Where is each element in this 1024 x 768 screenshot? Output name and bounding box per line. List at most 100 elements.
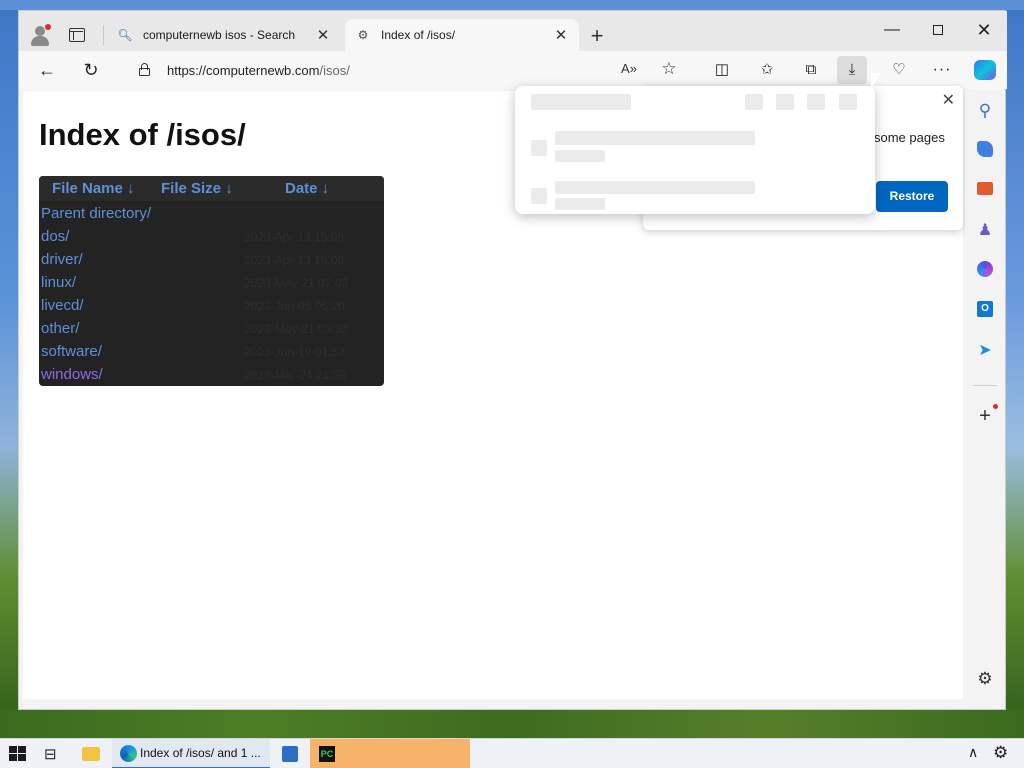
folder-link-dos[interactable]: dos/ — [41, 228, 69, 245]
table-row: livecd/ - 2023-Jun-05 05:20 — [39, 295, 384, 318]
table-row: Parent directory/ — [39, 203, 384, 226]
skeleton-line — [555, 150, 605, 162]
tab-divider — [103, 25, 104, 45]
file-date: 2023-Apr-13 15:08 — [244, 230, 345, 244]
file-size: - — [164, 276, 168, 290]
file-size: - — [164, 322, 168, 336]
table-row: dos/ - 2023-Apr-13 15:08 — [39, 226, 384, 249]
windows-start-icon[interactable] — [9, 746, 26, 762]
back-button[interactable]: ← — [35, 58, 59, 82]
site-favicon-icon: ⚙ — [357, 28, 369, 42]
folder-link-linux[interactable]: linux/ — [41, 274, 76, 291]
drop-send-icon[interactable]: ➤ — [975, 341, 995, 361]
taskbar-edge-window[interactable]: Index of /isos/ and 1 ... — [112, 739, 270, 768]
folder-link-other[interactable]: other/ — [41, 320, 79, 337]
file-size: - — [164, 230, 168, 244]
downloads-icon[interactable]: ⤓ — [837, 56, 867, 84]
edge-sidebar: ⚲ ♟ O ➤ + ⚙ — [965, 91, 1005, 699]
file-date: 2023-Mar-24 21:58 — [244, 368, 347, 382]
add-sidebar-app-icon[interactable]: + — [975, 406, 995, 426]
pycharm-icon: PC — [319, 746, 335, 762]
file-date: 2023-May-21 05:32 — [244, 322, 349, 336]
folder-link-livecd[interactable]: livecd/ — [41, 297, 84, 314]
close-tab-icon[interactable]: ✕ — [553, 26, 569, 44]
desktop-wallpaper-right — [1006, 10, 1024, 738]
file-explorer-icon[interactable] — [82, 747, 100, 761]
table-row: software/ - 2023-Jun-19 01:52 — [39, 341, 384, 364]
browser-essentials-icon[interactable]: ♡ — [888, 59, 910, 81]
lock-icon[interactable] — [139, 63, 150, 76]
url-text: https://computernewb.com/isos/ — [167, 63, 350, 78]
search-icon[interactable]: ⚲ — [975, 101, 995, 121]
skeleton-file-icon — [531, 188, 547, 204]
sidebar-settings-gear-icon[interactable]: ⚙ — [975, 669, 995, 689]
folder-link-driver[interactable]: driver/ — [41, 251, 83, 268]
minimize-button[interactable]: — — [869, 15, 915, 45]
parent-directory-link[interactable]: Parent directory/ — [41, 205, 151, 222]
close-tab-icon[interactable]: ✕ — [315, 26, 331, 44]
new-tab-button[interactable]: + — [585, 25, 609, 49]
shopping-tag-icon[interactable] — [977, 141, 993, 157]
folder-link-windows[interactable]: windows/ — [41, 366, 103, 383]
file-size: - — [164, 299, 168, 313]
tab-bar: 🔍︎ computernewb isos - Search ✕ ⚙ Index … — [19, 11, 1007, 51]
desktop-wallpaper-bottom — [0, 710, 1024, 738]
file-date: 2023-Jun-05 05:20 — [244, 299, 345, 313]
column-file-size[interactable]: File Size ↓ — [161, 180, 233, 197]
table-row: driver/ - 2023-Apr-13 15:08 — [39, 249, 384, 272]
file-date: 2023-Jun-19 01:52 — [244, 345, 345, 359]
outlook-icon[interactable]: O — [977, 301, 993, 317]
taskbar-window-label: Index of /isos/ and 1 ... — [140, 746, 261, 760]
show-hidden-icons-chevron-icon[interactable]: ∧ — [968, 744, 978, 761]
skeleton-icon — [776, 94, 794, 110]
browser-toolbar: ← ↻ https://computernewb.com/isos/ A» ☆ … — [19, 51, 1007, 89]
file-size: - — [164, 368, 168, 382]
skeleton-icon — [745, 94, 763, 110]
tab-index-isos[interactable]: ⚙ Index of /isos/ ✕ — [345, 19, 579, 51]
table-row: windows/ - 2023-Mar-24 21:58 — [39, 364, 384, 386]
restore-button[interactable]: Restore — [876, 181, 948, 212]
task-view-icon[interactable]: ⊟ — [44, 745, 57, 763]
profile-avatar-icon[interactable] — [29, 24, 51, 46]
notification-dot — [993, 404, 998, 409]
file-size: - — [164, 253, 168, 267]
column-file-name[interactable]: File Name ↓ — [52, 180, 135, 197]
file-date: 2023-May-21 02:03 — [244, 276, 349, 290]
favorite-star-icon[interactable]: ☆ — [659, 59, 679, 79]
settings-gear-icon[interactable]: ⚙ — [993, 743, 1008, 763]
restore-message: some pages — [874, 130, 945, 145]
read-aloud-icon[interactable]: A» — [619, 61, 639, 81]
tab-label: computernewb isos - Search — [143, 28, 296, 42]
split-screen-icon[interactable]: ◫ — [711, 59, 733, 81]
table-header: File Name ↓ File Size ↓ Date ↓ — [39, 176, 384, 201]
edge-logo-icon — [120, 745, 137, 762]
taskbar-pycharm-window[interactable]: PC — [310, 739, 470, 768]
desktop-wallpaper-left — [0, 10, 18, 738]
microsoft-365-icon[interactable] — [977, 261, 993, 277]
tab-search[interactable]: 🔍︎ computernewb isos - Search ✕ — [107, 19, 341, 51]
games-icon[interactable]: ♟ — [975, 221, 995, 241]
table-row: linux/ - 2023-May-21 02:03 — [39, 272, 384, 295]
browser-window: 🔍︎ computernewb isos - Search ✕ ⚙ Index … — [18, 10, 1007, 710]
refresh-button[interactable]: ↻ — [79, 58, 103, 82]
taskbar: ⊟ Index of /isos/ and 1 ... PC ∧ ⚙ — [0, 738, 1024, 768]
microsoft-store-icon[interactable] — [282, 746, 298, 762]
more-options-icon[interactable]: ··· — [931, 59, 953, 81]
copilot-icon[interactable] — [974, 60, 996, 80]
column-date[interactable]: Date ↓ — [285, 180, 329, 197]
maximize-button[interactable] — [915, 15, 961, 45]
close-icon[interactable]: ✕ — [942, 90, 955, 110]
folder-link-software[interactable]: software/ — [41, 343, 102, 360]
address-bar[interactable]: https://computernewb.com/isos/ A» ☆ — [119, 55, 711, 85]
tab-actions-icon[interactable] — [69, 28, 85, 42]
favorites-icon[interactable]: ✩ — [756, 59, 778, 81]
page-title: Index of /isos/ — [39, 117, 246, 152]
skeleton-line — [555, 131, 755, 145]
skeleton-line — [555, 198, 605, 210]
close-window-button[interactable]: ✕ — [961, 15, 1007, 45]
table-row: other/ - 2023-May-21 05:32 — [39, 318, 384, 341]
tools-icon[interactable] — [977, 182, 993, 195]
url-host: https://computernewb.com — [167, 63, 320, 78]
collections-icon[interactable]: ⧉ — [800, 59, 822, 81]
skeleton-title — [531, 94, 631, 110]
